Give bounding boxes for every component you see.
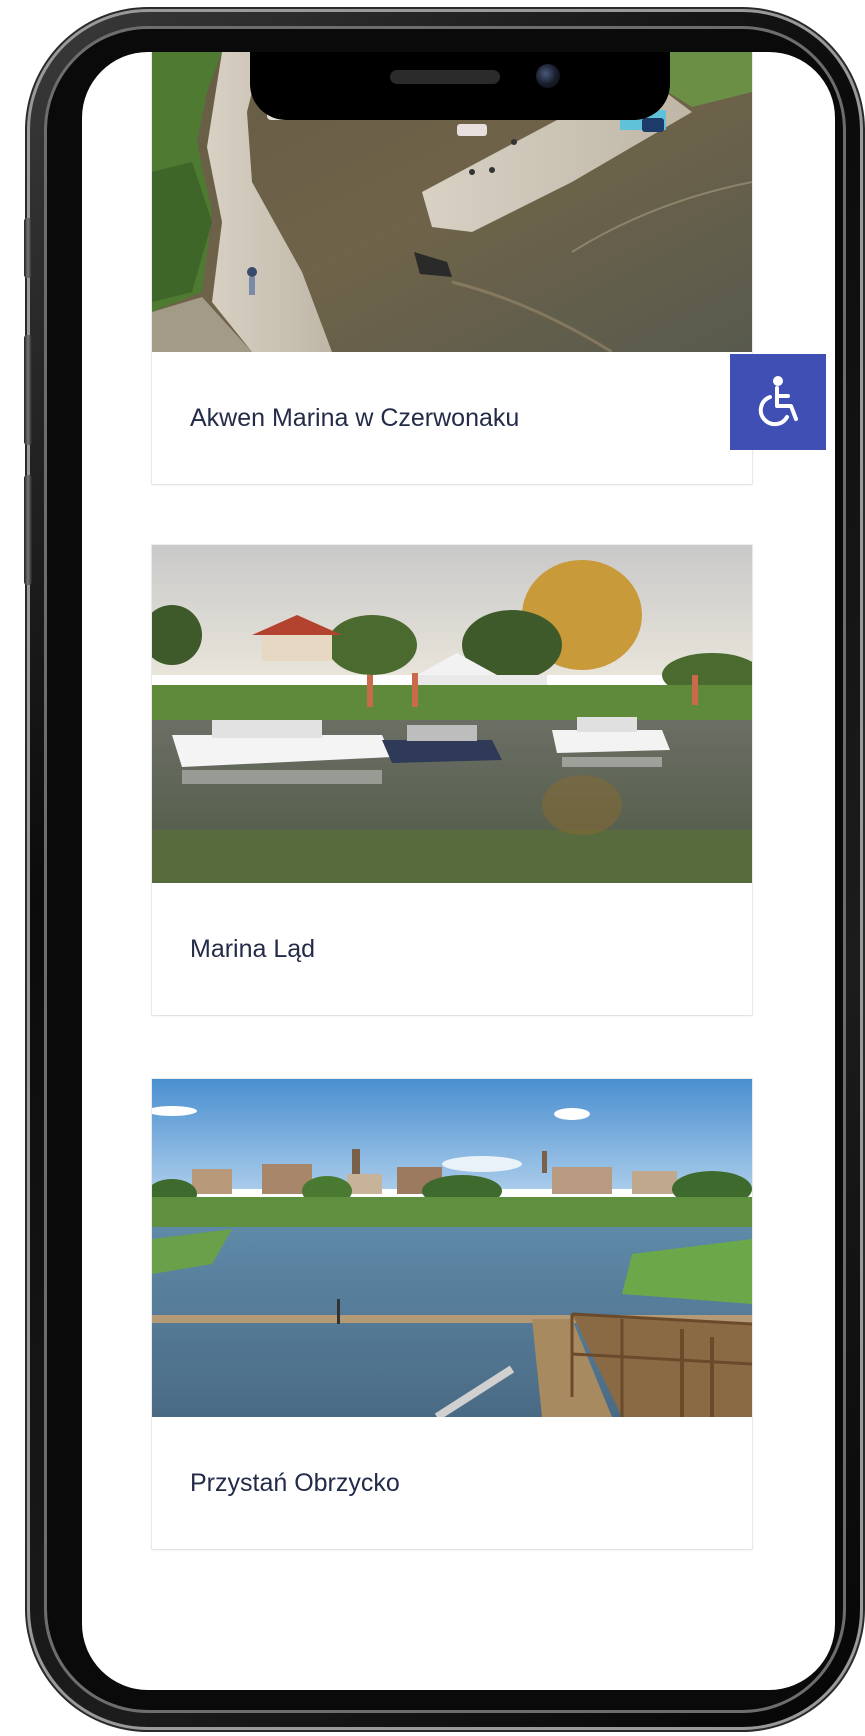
volume-down-button <box>24 475 32 585</box>
place-card[interactable]: Marina Ląd <box>152 545 752 1015</box>
wheelchair-icon <box>758 376 798 427</box>
place-card[interactable]: Przystań Obrzycko <box>152 1079 752 1549</box>
card-title[interactable]: Przystań Obrzycko <box>152 1417 752 1549</box>
volume-up-button <box>24 335 32 445</box>
card-title[interactable]: Akwen Marina w Czerwonaku <box>152 352 752 484</box>
river-pier-town-photo <box>152 1079 752 1417</box>
front-camera-icon <box>536 64 560 88</box>
boats-at-marina-photo <box>152 545 752 883</box>
notch <box>250 52 670 120</box>
accessibility-button[interactable] <box>730 354 826 450</box>
card-photo-boats-marina[interactable] <box>152 545 752 883</box>
phone-screen: Akwen Marina w Czerwonaku Marina Ląd Prz… <box>82 52 835 1690</box>
card-title[interactable]: Marina Ląd <box>152 883 752 1015</box>
speaker-grille <box>390 70 500 84</box>
card-photo-river-pier[interactable] <box>152 1079 752 1417</box>
mute-switch <box>24 218 32 278</box>
